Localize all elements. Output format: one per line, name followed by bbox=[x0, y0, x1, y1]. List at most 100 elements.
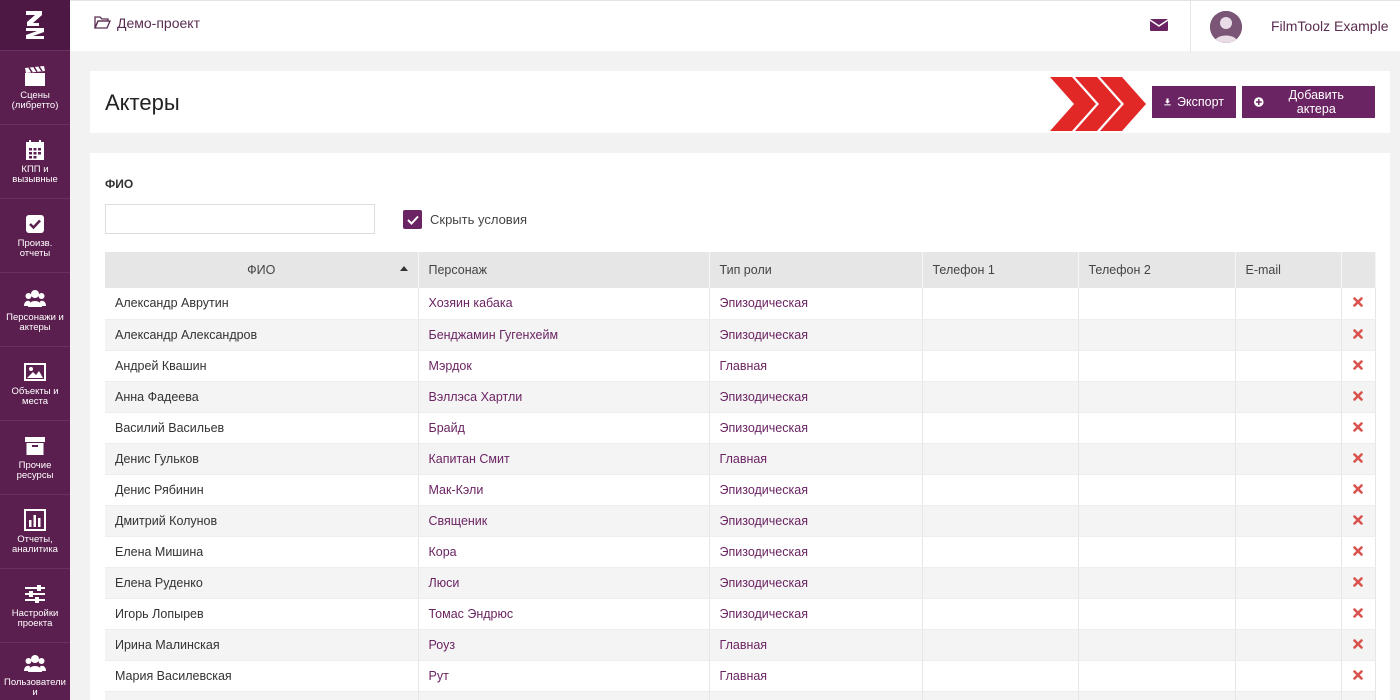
sidebar-item-users-roles[interactable]: Пользователи и роли bbox=[0, 642, 70, 700]
delete-icon[interactable] bbox=[1353, 576, 1363, 587]
table-row[interactable]: Елена Руденко Люси Эпизодическая bbox=[105, 567, 1376, 599]
table-row[interactable] bbox=[105, 691, 1376, 700]
delete-icon[interactable] bbox=[1353, 483, 1363, 494]
sidebar-item-scenes[interactable]: Сцены (либретто) bbox=[0, 50, 70, 124]
delete-icon[interactable] bbox=[1353, 297, 1363, 308]
table-row[interactable]: Андрей Квашин Мэрдок Главная bbox=[105, 350, 1376, 382]
cell-role-type[interactable]: Эпизодическая bbox=[709, 536, 923, 568]
delete-icon[interactable] bbox=[1353, 452, 1363, 463]
delete-row-button[interactable] bbox=[1341, 474, 1376, 506]
delete-icon[interactable] bbox=[1353, 359, 1363, 370]
add-actor-button[interactable]: Добавить актера bbox=[1242, 86, 1375, 118]
cell-character-link[interactable]: Хозяин кабака bbox=[418, 288, 710, 320]
cell-role-type[interactable]: Эпизодическая bbox=[709, 319, 923, 351]
table-row[interactable]: Дмитрий Колунов Священик Эпизодическая bbox=[105, 505, 1376, 537]
delete-icon[interactable] bbox=[1353, 421, 1363, 432]
cell-role-type[interactable]: Главная bbox=[709, 660, 923, 692]
delete-icon[interactable] bbox=[1353, 328, 1363, 339]
table-row[interactable]: Елена Мишина Кора Эпизодическая bbox=[105, 536, 1376, 568]
cell-role-type[interactable] bbox=[709, 691, 923, 700]
column-header-character[interactable]: Персонаж bbox=[418, 252, 710, 288]
table-row[interactable]: Ирина Малинская Роуз Главная bbox=[105, 629, 1376, 661]
table-row[interactable]: Мария Василевская Рут Главная bbox=[105, 660, 1376, 692]
delete-icon[interactable] bbox=[1353, 638, 1363, 649]
folder-open-icon bbox=[94, 16, 111, 29]
table-row[interactable]: Денис Гульков Капитан Смит Главная bbox=[105, 443, 1376, 475]
app-logo[interactable] bbox=[0, 0, 70, 50]
cell-character-link[interactable]: Мак-Кэли bbox=[418, 474, 710, 506]
cell-email bbox=[1235, 691, 1342, 700]
delete-row-button[interactable] bbox=[1341, 443, 1376, 475]
delete-row-button[interactable] bbox=[1341, 381, 1376, 413]
delete-icon[interactable] bbox=[1353, 390, 1363, 401]
sidebar-item-call-sheets[interactable]: КПП и вызывные bbox=[0, 124, 70, 198]
project-selector[interactable]: Демо-проект bbox=[94, 15, 200, 31]
avatar[interactable] bbox=[1210, 11, 1242, 43]
export-button[interactable]: Экспорт bbox=[1152, 86, 1236, 118]
cell-character-link[interactable]: Вэллэса Хартли bbox=[418, 381, 710, 413]
cell-character-link[interactable]: Брайд bbox=[418, 412, 710, 444]
cell-character-link[interactable] bbox=[418, 691, 710, 700]
sidebar-item-project-settings[interactable]: Настройки проекта bbox=[0, 568, 70, 642]
delete-row-button[interactable] bbox=[1341, 629, 1376, 661]
delete-row-button[interactable] bbox=[1341, 412, 1376, 444]
cell-role-type[interactable]: Главная bbox=[709, 350, 923, 382]
table-row[interactable]: Василий Васильев Брайд Эпизодическая bbox=[105, 412, 1376, 444]
delete-row-button[interactable] bbox=[1341, 350, 1376, 382]
column-header-phone-1[interactable]: Телефон 1 bbox=[922, 252, 1079, 288]
cell-character-link[interactable]: Бенджамин Гугенхейм bbox=[418, 319, 710, 351]
cell-role-type[interactable]: Эпизодическая bbox=[709, 505, 923, 537]
delete-row-button[interactable] bbox=[1341, 598, 1376, 630]
cell-actor-name: Денис Гульков bbox=[105, 443, 419, 475]
hide-conditions-checkbox[interactable] bbox=[403, 210, 422, 229]
cell-role-type[interactable]: Главная bbox=[709, 443, 923, 475]
delete-icon[interactable] bbox=[1353, 545, 1363, 556]
cell-character-link[interactable]: Мэрдок bbox=[418, 350, 710, 382]
cell-role-type[interactable]: Эпизодическая bbox=[709, 412, 923, 444]
cell-character-link[interactable]: Люси bbox=[418, 567, 710, 599]
cell-character-link[interactable]: Священик bbox=[418, 505, 710, 537]
cell-role-type[interactable]: Эпизодическая bbox=[709, 381, 923, 413]
delete-row-button[interactable] bbox=[1341, 567, 1376, 599]
table-row[interactable]: Александр Александров Бенджамин Гугенхейм… bbox=[105, 319, 1376, 351]
delete-row-button[interactable] bbox=[1341, 505, 1376, 537]
table-row[interactable]: Анна Фадеева Вэллэса Хартли Эпизодическая bbox=[105, 381, 1376, 413]
delete-row-button[interactable] bbox=[1341, 288, 1376, 320]
sidebar-item-other-resources[interactable]: Прочие ресурсы bbox=[0, 420, 70, 494]
delete-row-button[interactable] bbox=[1341, 691, 1376, 700]
column-header-name[interactable]: ФИО bbox=[105, 252, 419, 288]
cell-actor-name: Дмитрий Колунов bbox=[105, 505, 419, 537]
column-header-role-type[interactable]: Тип роли bbox=[709, 252, 923, 288]
delete-icon[interactable] bbox=[1353, 607, 1363, 618]
delete-row-button[interactable] bbox=[1341, 319, 1376, 351]
user-name[interactable]: FilmToolz Example bbox=[1271, 18, 1388, 34]
cell-character-link[interactable]: Томас Эндрюс bbox=[418, 598, 710, 630]
cell-role-type[interactable]: Эпизодическая bbox=[709, 598, 923, 630]
sidebar-item-characters-actors[interactable]: Персонажи и актеры bbox=[0, 272, 70, 346]
cell-role-type[interactable]: Эпизодическая bbox=[709, 474, 923, 506]
cell-role-type[interactable]: Главная bbox=[709, 629, 923, 661]
delete-row-button[interactable] bbox=[1341, 660, 1376, 692]
cell-character-link[interactable]: Капитан Смит bbox=[418, 443, 710, 475]
delete-icon[interactable] bbox=[1353, 669, 1363, 680]
envelope-icon[interactable] bbox=[1150, 17, 1168, 33]
delete-row-button[interactable] bbox=[1341, 536, 1376, 568]
table-row[interactable]: Александр Аврутин Хозяин кабака Эпизодичес… bbox=[105, 288, 1376, 320]
cell-email bbox=[1235, 505, 1342, 537]
column-header-phone-2[interactable]: Телефон 2 bbox=[1078, 252, 1236, 288]
delete-icon[interactable] bbox=[1353, 514, 1363, 525]
name-filter-input[interactable] bbox=[105, 204, 375, 234]
table-row[interactable]: Игорь Лопырев Томас Эндрюс Эпизодическая bbox=[105, 598, 1376, 630]
cell-character-link[interactable]: Кора bbox=[418, 536, 710, 568]
cell-character-link[interactable]: Роуз bbox=[418, 629, 710, 661]
sidebar-item-production-reports[interactable]: Произв. отчеты bbox=[0, 198, 70, 272]
check-square-icon bbox=[26, 214, 44, 233]
hide-conditions-toggle[interactable]: Скрыть условия bbox=[403, 210, 527, 229]
cell-character-link[interactable]: Рут bbox=[418, 660, 710, 692]
sidebar-item-reports-analytics[interactable]: Отчеты, аналитика bbox=[0, 494, 70, 568]
sidebar-item-objects-locations[interactable]: Объекты и места bbox=[0, 346, 70, 420]
table-row[interactable]: Денис Рябинин Мак-Кэли Эпизодическая bbox=[105, 474, 1376, 506]
column-header-email[interactable]: E-mail bbox=[1235, 252, 1342, 288]
cell-role-type[interactable]: Эпизодическая bbox=[709, 567, 923, 599]
cell-role-type[interactable]: Эпизодическая bbox=[709, 288, 923, 320]
